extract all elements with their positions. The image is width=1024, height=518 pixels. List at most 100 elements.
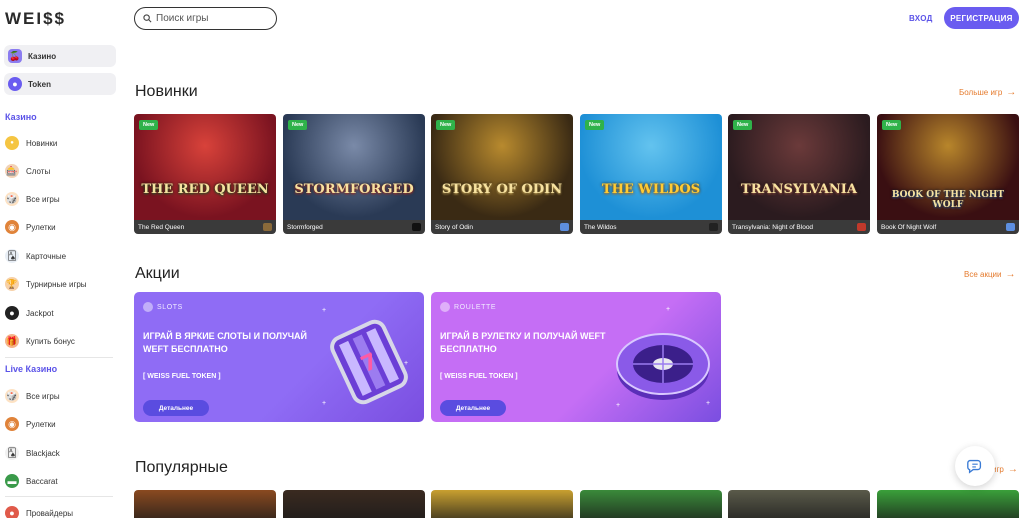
sidebar-item-label: Рулетки [26,222,56,232]
game-name: Stormforged [283,220,425,234]
game-name: The Wildos [580,220,722,234]
sparkle-icon: + [322,400,327,407]
sparkle-icon: + [322,307,327,314]
sidebar-item-token[interactable]: ● Token [4,73,116,95]
login-button[interactable]: ВХОД [909,14,933,23]
game-card[interactable]: STORMFORGED New Stormforged [283,114,425,234]
sidebar-item-label: Слоты [26,166,51,176]
sparkle-icon: + [666,306,671,313]
game-logo-text: STORMFORGED [294,182,414,197]
promo-token: [ WEISS FUEL TOKEN ] [143,373,221,380]
sidebar-item-roulette[interactable]: ◉ Рулетки [5,220,56,234]
popular-game-card[interactable] [134,490,276,518]
sidebar-item-blackjack[interactable]: 🂡 Blackjack [5,446,60,460]
baccarat-icon: ▬ [5,474,19,488]
sidebar-item-label: Новинки [26,138,58,148]
promo-details-button[interactable]: Детальнее [143,400,209,416]
promo-category: SLOTS [143,302,183,312]
new-badge: New [436,120,456,130]
popular-game-card[interactable] [283,490,425,518]
chat-support-button[interactable] [955,446,995,486]
popular-game-card[interactable] [728,490,870,518]
sidebar-item-label: Турнирные игры [26,279,87,289]
sidebar-item-tournament[interactable]: 🏆 Турнирные игры [5,277,87,291]
sidebar-item-providers[interactable]: ● Провайдеры [5,506,73,518]
popular-game-card[interactable] [580,490,722,518]
sidebar-item-jackpot[interactable]: ● Jackpot [5,306,54,320]
sidebar-divider [5,357,113,358]
game-card[interactable]: THE WILDOS New The Wildos [580,114,722,234]
sidebar-item-label: Провайдеры [26,508,74,518]
game-logo-text: THE RED QUEEN [141,182,269,197]
new-badge: New [733,120,753,130]
sidebar-section-casino: Казино [5,112,37,122]
promo-category-label: SLOTS [157,303,183,311]
popular-game-card[interactable] [431,490,573,518]
sidebar-item-label: Jackpot [26,308,54,318]
provider-icon [412,223,421,231]
game-name: Book Of Night Wolf [877,220,1019,234]
sidebar-item-cards[interactable]: 🂡 Карточные [5,249,66,263]
sidebar-item-live-all-games[interactable]: 🎲 Все игры [5,389,60,403]
search-bar[interactable] [134,7,277,30]
all-promos-link[interactable]: Все акции → [964,269,1015,280]
sidebar-item-slots[interactable]: 🎰 Слоты [5,164,50,178]
promo-category-label: ROULETTE [454,303,497,311]
game-logo-text: STORY OF ODIN [441,182,563,197]
tournament-icon: 🏆 [5,277,19,291]
token-icon: ● [8,77,22,91]
promo-headline: ИГРАЙ В РУЛЕТКУ И ПОЛУЧАЙ WEFT БЕСПЛАТНО [440,331,606,354]
game-logo-text: BOOK OF THE NIGHT WOLF [891,190,1005,210]
game-card[interactable]: THE RED QUEEN New The Red Queen [134,114,276,234]
sidebar-item-baccarat[interactable]: ▬ Baccarat [5,474,58,488]
promo-details-button[interactable]: Детальнее [440,400,506,416]
sidebar-item-live-roulette[interactable]: ◉ Рулетки [5,417,56,431]
section-title-popular: Популярные [135,459,228,476]
search-icon [143,14,152,23]
game-name: The Red Queen [134,220,276,234]
game-name: Transylvania: Night of Blood [728,220,870,234]
promo-card-roulette[interactable]: ROULETTE ИГРАЙ В РУЛЕТКУ И ПОЛУЧАЙ WEFT … [431,292,721,422]
sparkle-icon: + [706,400,711,407]
new-badge: New [882,120,902,130]
bonus-icon: 🎁 [5,334,19,348]
chat-icon [967,459,982,474]
cards-icon: 🂡 [5,249,19,263]
sidebar-item-casino[interactable]: 🍒 Казино [4,45,116,67]
game-card[interactable]: BOOK OF THE NIGHT WOLF New Book Of Night W… [877,114,1019,234]
provider-icon [1006,223,1015,231]
sidebar-item-new[interactable]: ● Новинки [5,136,57,150]
popular-game-card[interactable] [877,490,1019,518]
arrow-right-icon: → [1007,464,1018,475]
search-input[interactable] [156,13,266,24]
section-title-new: Новинки [135,83,198,100]
game-card[interactable]: STORY OF ODIN New Story of Odin [431,114,573,234]
cherry-icon: 🍒 [8,49,22,63]
sidebar-item-label: Token [28,79,51,89]
sidebar-item-label: Купить бонус [26,336,75,346]
sidebar-item-all-games[interactable]: 🎲 Все игры [5,192,60,206]
game-logo-text: TRANSYLVANIA [741,182,857,197]
new-badge: New [585,120,605,130]
more-games-link[interactable]: Больше игр → [959,87,1016,98]
more-popular-link[interactable]: игр → [992,464,1018,475]
promo-headline: ИГРАЙ В ЯРКИЕ СЛОТЫ И ПОЛУЧАЙ WEFT БЕСПЛ… [143,331,308,354]
register-button[interactable]: РЕГИСТРАЦИЯ [944,7,1019,29]
promo-token: [ WEISS FUEL TOKEN ] [440,373,518,380]
category-dot-icon [440,302,450,312]
promo-card-slots[interactable]: SLOTS ИГРАЙ В ЯРКИЕ СЛОТЫ И ПОЛУЧАЙ WEFT… [134,292,424,422]
sidebar-item-label: Blackjack [26,448,60,458]
blackjack-icon: 🂡 [5,446,19,460]
all-promos-label: Все акции [964,270,1002,279]
roulette-icon: ◉ [5,220,19,234]
category-dot-icon [143,302,153,312]
game-card[interactable]: TRANSYLVANIA New Transylvania: Night of Bl… [728,114,870,234]
provider-icon [560,223,569,231]
sidebar-item-buy-bonus[interactable]: 🎁 Купить бонус [5,334,75,348]
sidebar-item-label: Все игры [26,391,60,401]
sidebar-item-label: Все игры [26,194,60,204]
provider-icon [263,223,272,231]
all-games-icon: 🎲 [5,389,19,403]
logo[interactable]: WEI$$ [5,9,66,29]
section-title-promos: Акции [135,265,180,282]
